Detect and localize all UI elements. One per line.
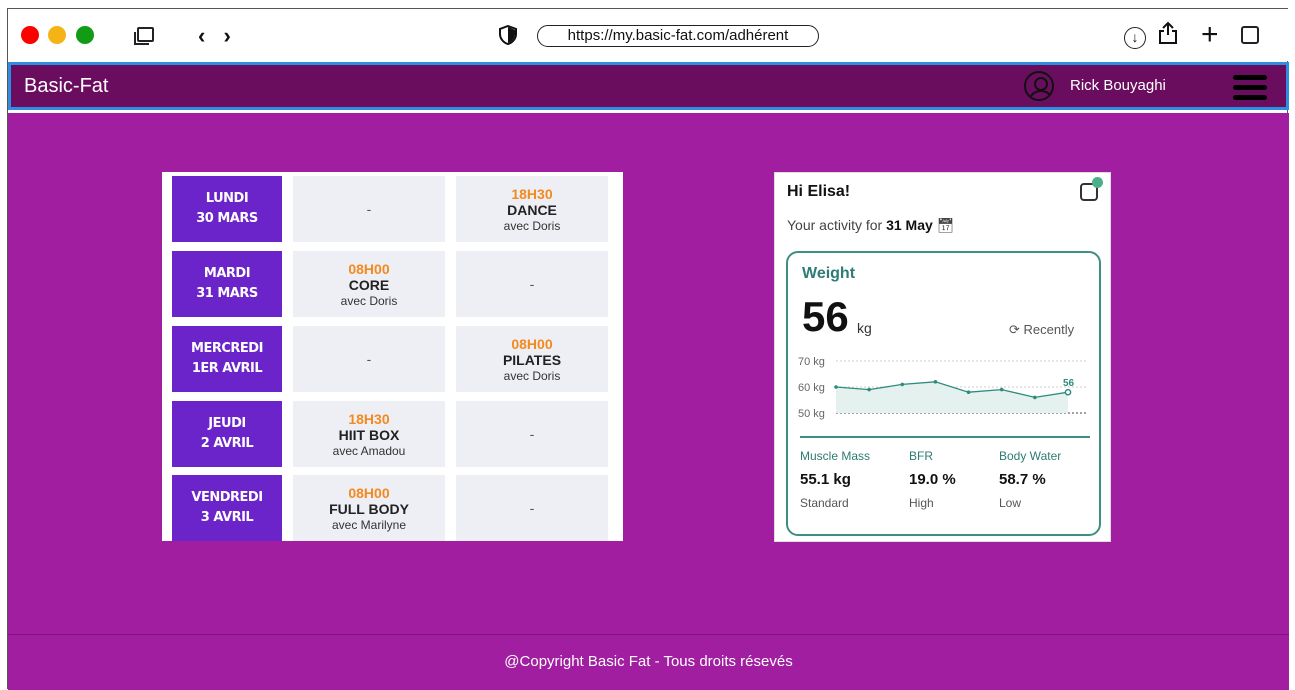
class-time: 08H00 — [511, 335, 553, 352]
sidebar-tabs-icon[interactable] — [134, 27, 154, 45]
refresh-icon: ⟳ — [1009, 322, 1020, 337]
shield-icon — [499, 25, 517, 45]
class-slot-empty: - — [293, 176, 445, 242]
data-label-latest: 56 — [1063, 378, 1075, 389]
day-cell: LUNDI 30 MARS — [172, 176, 282, 242]
weight-value: 56 — [802, 293, 849, 340]
recently-label: ⟳ Recently — [1009, 322, 1075, 337]
address-bar[interactable]: https://my.basic-fat.com/adhérent — [537, 25, 819, 47]
class-time: 08H00 — [348, 484, 390, 501]
day-cell: VENDREDI 3 AVRIL — [172, 475, 282, 541]
class-slot-empty: - — [456, 475, 608, 541]
class-slot[interactable]: 08H00 PILATES avec Doris — [456, 326, 608, 392]
new-tab-icon[interactable]: + — [1201, 18, 1219, 52]
weight-unit: kg — [857, 320, 872, 336]
weight-line-chart: 70 kg 60 kg 50 kg 56 — [798, 356, 1086, 420]
calendar-icon[interactable]: 📅︎ — [937, 217, 955, 233]
maximize-window-button[interactable] — [76, 26, 94, 44]
class-slot-empty: - — [456, 401, 608, 467]
class-slot[interactable]: 08H00 FULL BODY avec Marilyne — [293, 475, 445, 541]
weight-title: Weight — [802, 265, 856, 282]
day-cell: JEUDI 2 AVRIL — [172, 401, 282, 467]
main-content: LUNDI 30 MARS - 18H30 DANCE avec Doris M… — [8, 113, 1289, 634]
close-window-button[interactable] — [21, 26, 39, 44]
class-time: 18H30 — [511, 185, 553, 202]
brand-logo-text[interactable]: Basic-Fat — [24, 75, 108, 98]
user-avatar-icon[interactable] — [1024, 71, 1054, 101]
class-coach: avec Doris — [503, 218, 561, 233]
day-cell: MARDI 31 MARS — [172, 251, 282, 317]
scan-icon[interactable] — [1080, 177, 1103, 201]
class-slot-empty: - — [456, 251, 608, 317]
stat-muscle-mass: Muscle Mass 55.1 kg Standard — [800, 449, 871, 510]
download-icon[interactable]: ↓ — [1124, 27, 1146, 49]
class-slot[interactable]: 18H30 HIIT BOX avec Amadou — [293, 401, 445, 467]
day-cell: MERCREDI 1ER AVRIL — [172, 326, 282, 392]
browser-window: ‹ › https://my.basic-fat.com/adhérent ↓ … — [7, 8, 1289, 690]
class-schedule: LUNDI 30 MARS - 18H30 DANCE avec Doris M… — [162, 172, 623, 541]
class-name: HIIT BOX — [338, 426, 400, 443]
data-point — [834, 385, 838, 389]
minimize-window-button[interactable] — [48, 26, 66, 44]
data-point — [1033, 395, 1037, 400]
data-point — [933, 380, 938, 384]
class-name: DANCE — [507, 201, 557, 218]
hamburger-menu-icon[interactable] — [1233, 75, 1267, 101]
class-coach: avec Marilyne — [331, 517, 407, 532]
schedule-row: MERCREDI 1ER AVRIL - 08H00 PILATES avec … — [172, 326, 608, 392]
activity-date-line[interactable]: Your activity for 31 May 📅︎ — [787, 217, 954, 234]
copyright-text: @Copyright Basic Fat - Tous droits résev… — [504, 653, 793, 670]
share-icon[interactable] — [1158, 21, 1178, 45]
data-point — [999, 387, 1004, 392]
browser-toolbar: ‹ › https://my.basic-fat.com/adhérent ↓ … — [8, 9, 1289, 61]
schedule-row: MARDI 31 MARS 08H00 CORE avec Doris - — [172, 251, 608, 317]
y-tick-label: 70 kg — [798, 356, 825, 368]
back-forward-buttons[interactable]: ‹ › — [198, 23, 237, 49]
data-point — [900, 382, 905, 387]
weight-card: Hi Elisa! Your activity for 31 May 📅︎ We… — [774, 172, 1111, 542]
class-coach: avec Doris — [340, 293, 398, 308]
class-coach: avec Doris — [503, 368, 561, 383]
class-name: FULL BODY — [329, 500, 409, 517]
schedule-row: VENDREDI 3 AVRIL 08H00 FULL BODY avec Ma… — [172, 475, 608, 541]
footer: @Copyright Basic Fat - Tous droits résev… — [8, 634, 1289, 690]
tab-overview-icon[interactable] — [1241, 26, 1259, 44]
class-time: 08H00 — [348, 260, 390, 277]
weight-panel: Weight 56 kg ⟳ Recently 70 kg 60 kg 50 kg 5… — [786, 251, 1101, 536]
app-header: Basic-Fat Rick Bouyaghi — [8, 62, 1289, 110]
data-point — [966, 390, 971, 394]
class-time: 18H30 — [348, 410, 390, 427]
data-point — [867, 387, 871, 392]
class-name: CORE — [348, 276, 390, 293]
schedule-row: JEUDI 2 AVRIL 18H30 HIIT BOX avec Amadou… — [172, 401, 608, 467]
class-slot[interactable]: 08H00 CORE avec Doris — [293, 251, 445, 317]
greeting: Hi Elisa! — [787, 183, 851, 200]
user-name[interactable]: Rick Bouyaghi — [1070, 77, 1166, 94]
class-slot-empty: - — [293, 326, 445, 392]
class-slot[interactable]: 18H30 DANCE avec Doris — [456, 176, 608, 242]
class-coach: avec Amadou — [332, 443, 406, 458]
y-tick-label: 60 kg — [798, 382, 825, 394]
class-name: PILATES — [502, 351, 562, 368]
stat-bfr: BFR 19.0 % High — [909, 449, 956, 510]
data-point-latest — [1064, 388, 1072, 396]
schedule-row: LUNDI 30 MARS - 18H30 DANCE avec Doris — [172, 176, 608, 242]
divider — [800, 436, 1090, 438]
y-tick-label: 50 kg — [798, 408, 825, 420]
stat-body-water: Body Water 58.7 % Low — [999, 449, 1062, 510]
